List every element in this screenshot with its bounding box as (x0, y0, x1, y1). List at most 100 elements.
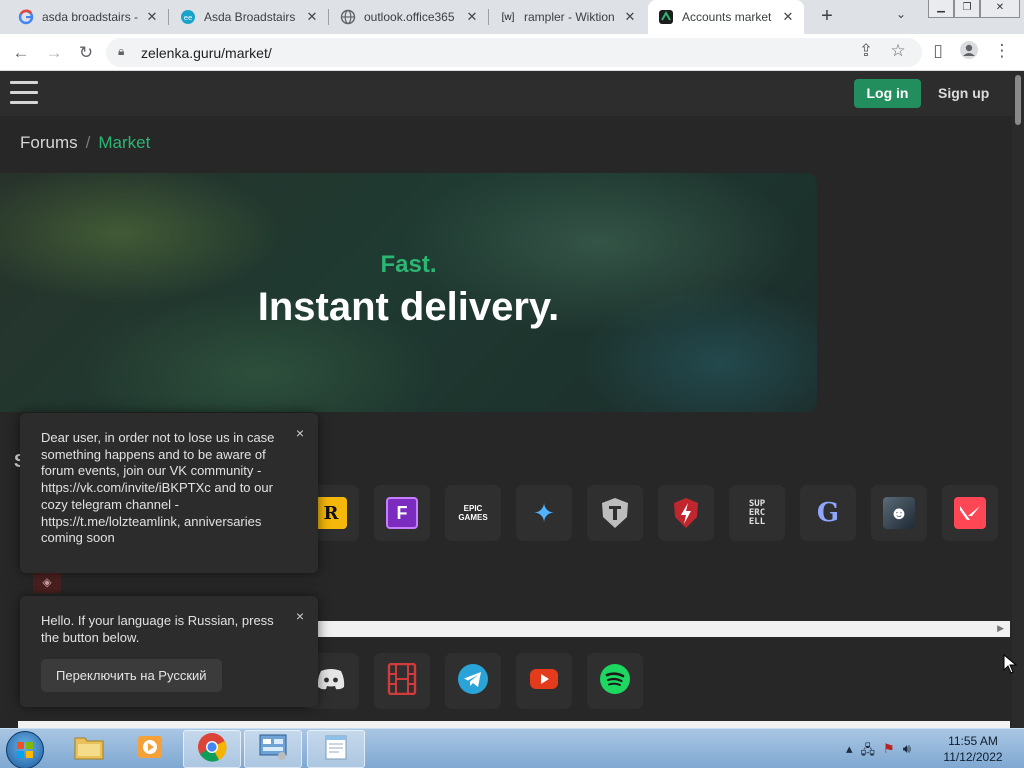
scroll-right-icon[interactable]: ▶ (997, 623, 1004, 634)
category-world-of-tanks[interactable] (587, 485, 643, 541)
close-tab-icon[interactable]: ✕ (464, 9, 480, 25)
category-spotify[interactable] (587, 653, 643, 709)
youtube-icon (529, 668, 559, 695)
switch-to-russian-button[interactable]: Переключить на Русский (41, 659, 222, 692)
tab-accounts-market[interactable]: Accounts market ✕ (648, 0, 804, 34)
category-battlenet[interactable]: ✦ (516, 485, 572, 541)
close-window-icon[interactable]: ✕ (980, 0, 1020, 18)
url-text[interactable]: zelenka.guru/market/ (141, 45, 272, 61)
tab-asda-broadstairs[interactable]: ee Asda Broadstairs ✕ (170, 0, 328, 34)
site-navbar: Log in Sign up (0, 71, 1012, 116)
taskbar-notepad[interactable] (307, 730, 365, 768)
category-valorant[interactable] (942, 485, 998, 541)
browser-menu-icon[interactable]: ⋮ (991, 40, 1013, 62)
show-hidden-icons-icon[interactable]: ▴ (846, 741, 853, 763)
lock-icon[interactable]: 🔒︎ (118, 44, 124, 59)
category-supercell[interactable]: SUP ERC ELL (729, 485, 785, 541)
forward-icon[interactable]: → (43, 42, 65, 64)
hero-tagline: Fast. (380, 251, 437, 278)
taskbar-explorer[interactable] (60, 730, 118, 768)
start-button[interactable] (6, 731, 44, 768)
volume-icon[interactable]: 🔊︎ (903, 741, 911, 763)
escape-from-tarkov-icon: ☻ (883, 497, 915, 529)
breadcrumb-forums[interactable]: Forums (20, 133, 78, 152)
spotify-icon (599, 663, 631, 700)
breadcrumb-market[interactable]: Market (98, 133, 150, 152)
category-youtube[interactable] (516, 653, 572, 709)
tab-divider (168, 9, 169, 25)
taskbar: ▴ 🖧︎ ⚑ 🔊︎ 11:55 AM 11/12/2022 (0, 728, 1024, 768)
telegram-icon (457, 663, 489, 700)
category-telegram[interactable] (445, 653, 501, 709)
fortnite-icon: F (386, 497, 418, 529)
film-icon (387, 662, 417, 700)
reload-icon[interactable]: ↻ (75, 42, 97, 64)
category-fortnite[interactable]: F (374, 485, 430, 541)
language-notice-popup: Hello. If your language is Russian, pres… (20, 596, 318, 707)
category-misc-icon[interactable]: ◈ (33, 571, 61, 593)
tab-title: outlook.office365 (364, 10, 455, 24)
discord-icon (316, 667, 346, 696)
restore-icon[interactable]: ❐ (954, 0, 980, 18)
page-scrollbar[interactable] (1012, 71, 1024, 728)
side-panel-icon[interactable]: ▯ (927, 40, 949, 62)
window-controls: ▁ ❐ ✕ (928, 0, 1020, 18)
epic-games-icon: EPIC GAMES (458, 504, 488, 522)
login-button[interactable]: Log in (854, 79, 921, 108)
asda-icon: ee (180, 9, 196, 25)
tab-outlook[interactable]: outlook.office365 ✕ (330, 0, 488, 34)
new-tab-button[interactable]: + (816, 5, 838, 27)
clock-time: 11:55 AM (948, 734, 998, 748)
close-tab-icon[interactable]: ✕ (622, 9, 638, 25)
clock-date: 11/12/2022 (943, 750, 1003, 764)
bookmark-star-icon[interactable]: ☆ (887, 40, 909, 62)
language-notice-text: Hello. If your language is Russian, pres… (41, 613, 274, 645)
tab-search-chevron-icon[interactable]: ⌄ (896, 7, 906, 21)
minimize-icon[interactable]: ▁ (928, 0, 954, 18)
lolz-icon (658, 9, 674, 25)
close-tab-icon[interactable]: ✕ (144, 9, 160, 25)
control-panel-icon (258, 733, 288, 766)
signup-link[interactable]: Sign up (938, 85, 989, 101)
share-icon[interactable]: ⇪ (855, 40, 877, 62)
category-scrollbar[interactable]: ▶ (318, 621, 1010, 637)
category-escape-from-tarkov[interactable]: ☻ (871, 485, 927, 541)
taskbar-media-player[interactable] (121, 730, 179, 768)
back-icon[interactable]: ← (10, 42, 32, 64)
svg-text:ee: ee (184, 14, 193, 22)
close-icon[interactable]: × (296, 425, 304, 442)
hamburger-menu-icon[interactable] (10, 81, 38, 105)
taskbar-control-panel[interactable] (244, 730, 302, 768)
breadcrumb-separator: / (85, 133, 91, 152)
supercell-icon: SUP ERC ELL (748, 498, 766, 527)
network-icon[interactable]: 🖧︎ (861, 741, 876, 763)
media-player-icon (136, 733, 164, 766)
tab-strip: asda broadstairs - ✕ ee Asda Broadstairs… (0, 0, 1024, 34)
system-clock[interactable]: 11:55 AM 11/12/2022 (934, 733, 1012, 765)
category-genshin[interactable]: G (800, 485, 856, 541)
scrollbar-thumb[interactable] (1015, 75, 1021, 125)
battlenet-icon: ✦ (533, 497, 555, 528)
category-epic-games[interactable]: EPIC GAMES (445, 485, 501, 541)
notepad-icon (322, 733, 350, 766)
bottom-scrollbar[interactable] (18, 721, 1010, 728)
tab-asda-search[interactable]: asda broadstairs - ✕ (8, 0, 168, 34)
hero-headline: Instant delivery. (257, 285, 560, 329)
profile-avatar-icon[interactable] (958, 40, 980, 62)
taskbar-chrome[interactable] (183, 730, 241, 768)
mouse-cursor-icon (1003, 653, 1018, 679)
close-tab-icon[interactable]: ✕ (780, 9, 796, 25)
tab-title: asda broadstairs - (42, 10, 139, 24)
genshin-icon: G (816, 498, 840, 528)
category-film[interactable] (374, 653, 430, 709)
close-icon[interactable]: × (296, 608, 304, 625)
address-bar[interactable]: 🔒︎ zelenka.guru/market/ (106, 38, 922, 67)
globe-icon (340, 9, 356, 25)
world-of-tanks-icon (599, 497, 631, 529)
category-wot-blitz[interactable] (658, 485, 714, 541)
wot-blitz-icon (670, 497, 702, 529)
tab-wiktionary[interactable]: [w] rampler - Wiktion ✕ (490, 0, 646, 34)
action-center-flag-icon[interactable]: ⚑ (883, 741, 895, 763)
folder-icon (74, 734, 104, 765)
close-tab-icon[interactable]: ✕ (304, 9, 320, 25)
